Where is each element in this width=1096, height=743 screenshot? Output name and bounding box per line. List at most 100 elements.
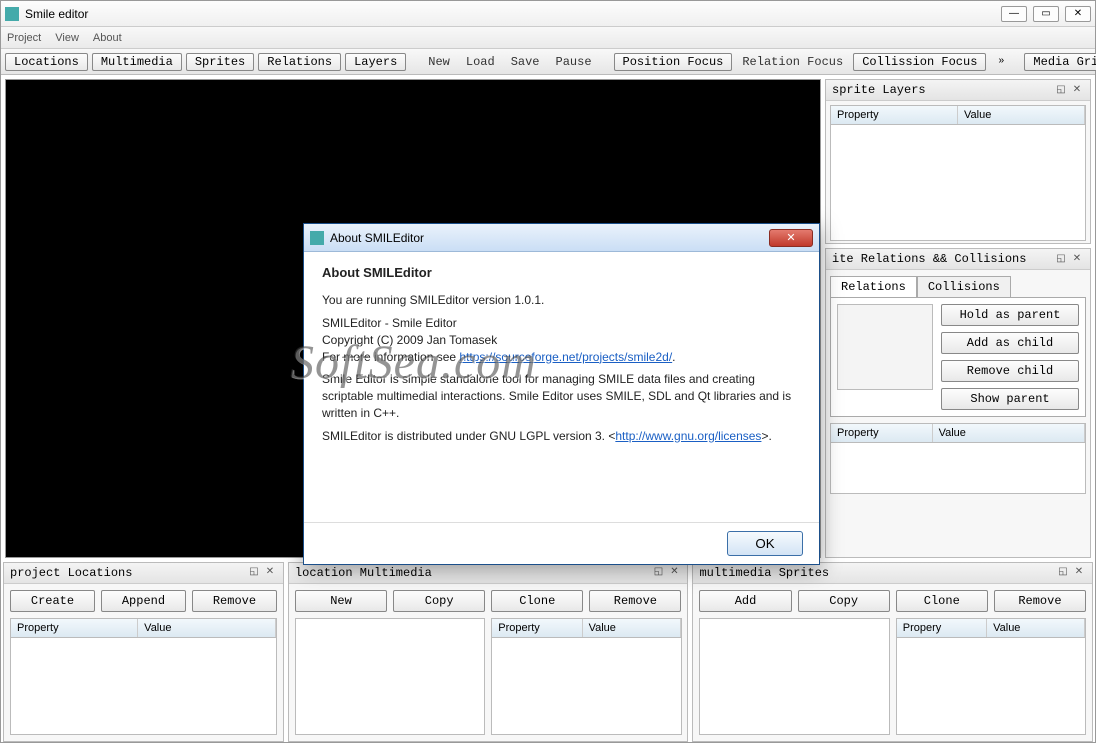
tab-relations[interactable]: Relations [830, 276, 917, 297]
col-property: Propery [897, 619, 987, 637]
panel-title: multimedia Sprites [699, 566, 1054, 580]
undock-icon[interactable]: ◱ [1056, 566, 1070, 578]
media-grid-button[interactable]: Media Grid [1024, 53, 1096, 71]
undock-icon[interactable]: ◱ [1054, 253, 1068, 265]
titlebar: Smile editor — ▭ ✕ [1, 1, 1095, 27]
col-value: Value [138, 619, 276, 637]
about-info-pre: For more information see [322, 350, 459, 364]
col-property: Property [11, 619, 138, 637]
col-value: Value [583, 619, 681, 637]
show-parent-button[interactable]: Show parent [941, 388, 1079, 410]
close-icon[interactable]: ✕ [1070, 84, 1084, 96]
app-icon [310, 231, 324, 245]
about-license-post: >. [761, 429, 771, 443]
new-button[interactable]: New [295, 590, 387, 612]
col-property: Property [831, 424, 933, 442]
append-button[interactable]: Append [101, 590, 186, 612]
about-description: Smile Editor is simple standalone tool f… [322, 371, 801, 421]
about-copyright: Copyright (C) 2009 Jan Tomasek [322, 333, 497, 347]
tab-collisions[interactable]: Collisions [917, 276, 1011, 297]
panel-title: ite Relations && Collisions [832, 252, 1052, 266]
load-action[interactable]: Load [460, 55, 501, 69]
save-action[interactable]: Save [505, 55, 546, 69]
dialog-close-button[interactable]: ✕ [769, 229, 813, 247]
panel-title: project Locations [10, 566, 245, 580]
menu-view[interactable]: View [55, 32, 79, 44]
app-icon [5, 7, 19, 21]
collision-focus-button[interactable]: Collission Focus [853, 53, 986, 71]
panel-title: location Multimedia [295, 566, 650, 580]
toolbar-expand-icon[interactable]: » [994, 56, 1008, 67]
remove-child-button[interactable]: Remove child [941, 360, 1079, 382]
position-focus-button[interactable]: Position Focus [614, 53, 733, 71]
add-child-button[interactable]: Add as child [941, 332, 1079, 354]
property-table[interactable]: Property Value [830, 423, 1086, 494]
menu-project[interactable]: Project [7, 32, 41, 44]
add-button[interactable]: Add [699, 590, 791, 612]
list[interactable] [699, 618, 889, 735]
copy-button[interactable]: Copy [393, 590, 485, 612]
col-value: Value [958, 106, 1085, 124]
remove-button[interactable]: Remove [192, 590, 277, 612]
maximize-button[interactable]: ▭ [1033, 6, 1059, 22]
ok-button[interactable]: OK [727, 531, 803, 556]
pause-action[interactable]: Pause [550, 55, 598, 69]
property-table[interactable]: Propery Value [896, 618, 1086, 735]
relations-body: Hold as parent Add as child Remove child… [830, 297, 1086, 417]
locations-button[interactable]: Locations [5, 53, 88, 71]
multimedia-button[interactable]: Multimedia [92, 53, 182, 71]
about-license-link[interactable]: http://www.gnu.org/licenses [615, 429, 761, 443]
copy-button[interactable]: Copy [798, 590, 890, 612]
property-table[interactable]: Property Value [830, 105, 1086, 241]
close-icon[interactable]: ✕ [263, 566, 277, 578]
location-multimedia-panel: location Multimedia ◱ ✕ New Copy Clone R… [288, 562, 689, 742]
undock-icon[interactable]: ◱ [651, 566, 665, 578]
preview-box [837, 304, 933, 390]
close-icon[interactable]: ✕ [1072, 566, 1086, 578]
col-property: Property [831, 106, 958, 124]
clone-button[interactable]: Clone [491, 590, 583, 612]
about-license-pre: SMILEditor is distributed under GNU LGPL… [322, 429, 615, 443]
minimize-button[interactable]: — [1001, 6, 1027, 22]
layers-button[interactable]: Layers [345, 53, 406, 71]
dialog-title: About SMILEditor [330, 231, 769, 245]
about-heading: About SMILEditor [322, 264, 801, 282]
right-column: sprite Layers ◱ ✕ Property Value [825, 75, 1095, 562]
panel-title: sprite Layers [832, 83, 1052, 97]
menubar: Project View About [1, 27, 1095, 49]
property-table[interactable]: Property Value [491, 618, 681, 735]
create-button[interactable]: Create [10, 590, 95, 612]
undock-icon[interactable]: ◱ [1054, 84, 1068, 96]
relations-collisions-panel: ite Relations && Collisions ◱ ✕ Relation… [825, 248, 1091, 558]
multimedia-sprites-panel: multimedia Sprites ◱ ✕ Add Copy Clone Re… [692, 562, 1093, 742]
dialog-body: About SMILEditor You are running SMILEdi… [304, 252, 819, 522]
remove-button[interactable]: Remove [589, 590, 681, 612]
close-button[interactable]: ✕ [1065, 6, 1091, 22]
menu-about[interactable]: About [93, 32, 122, 44]
sprite-layers-panel: sprite Layers ◱ ✕ Property Value [825, 79, 1091, 244]
bottom-row: project Locations ◱ ✕ Create Append Remo… [1, 562, 1095, 742]
new-action[interactable]: New [422, 55, 456, 69]
undock-icon[interactable]: ◱ [247, 566, 261, 578]
project-locations-panel: project Locations ◱ ✕ Create Append Remo… [3, 562, 284, 742]
dialog-titlebar[interactable]: About SMILEditor ✕ [304, 224, 819, 252]
col-property: Property [492, 619, 582, 637]
window-title: Smile editor [25, 7, 1001, 21]
relation-focus-label[interactable]: Relation Focus [736, 55, 849, 69]
col-value: Value [987, 619, 1085, 637]
clone-button[interactable]: Clone [896, 590, 988, 612]
toolbar: Locations Multimedia Sprites Relations L… [1, 49, 1095, 75]
about-dialog: About SMILEditor ✕ About SMILEditor You … [303, 223, 820, 565]
remove-button[interactable]: Remove [994, 590, 1086, 612]
about-name: SMILEditor - Smile Editor [322, 316, 457, 330]
close-icon[interactable]: ✕ [1070, 253, 1084, 265]
list[interactable] [295, 618, 485, 735]
col-value: Value [933, 424, 1085, 442]
about-version: You are running SMILEditor version 1.0.1… [322, 292, 801, 309]
close-icon[interactable]: ✕ [667, 566, 681, 578]
relations-button[interactable]: Relations [258, 53, 341, 71]
property-table[interactable]: Property Value [10, 618, 277, 735]
hold-parent-button[interactable]: Hold as parent [941, 304, 1079, 326]
about-project-link[interactable]: https://sourceforge.net/projects/smile2d… [459, 350, 672, 364]
sprites-button[interactable]: Sprites [186, 53, 254, 71]
